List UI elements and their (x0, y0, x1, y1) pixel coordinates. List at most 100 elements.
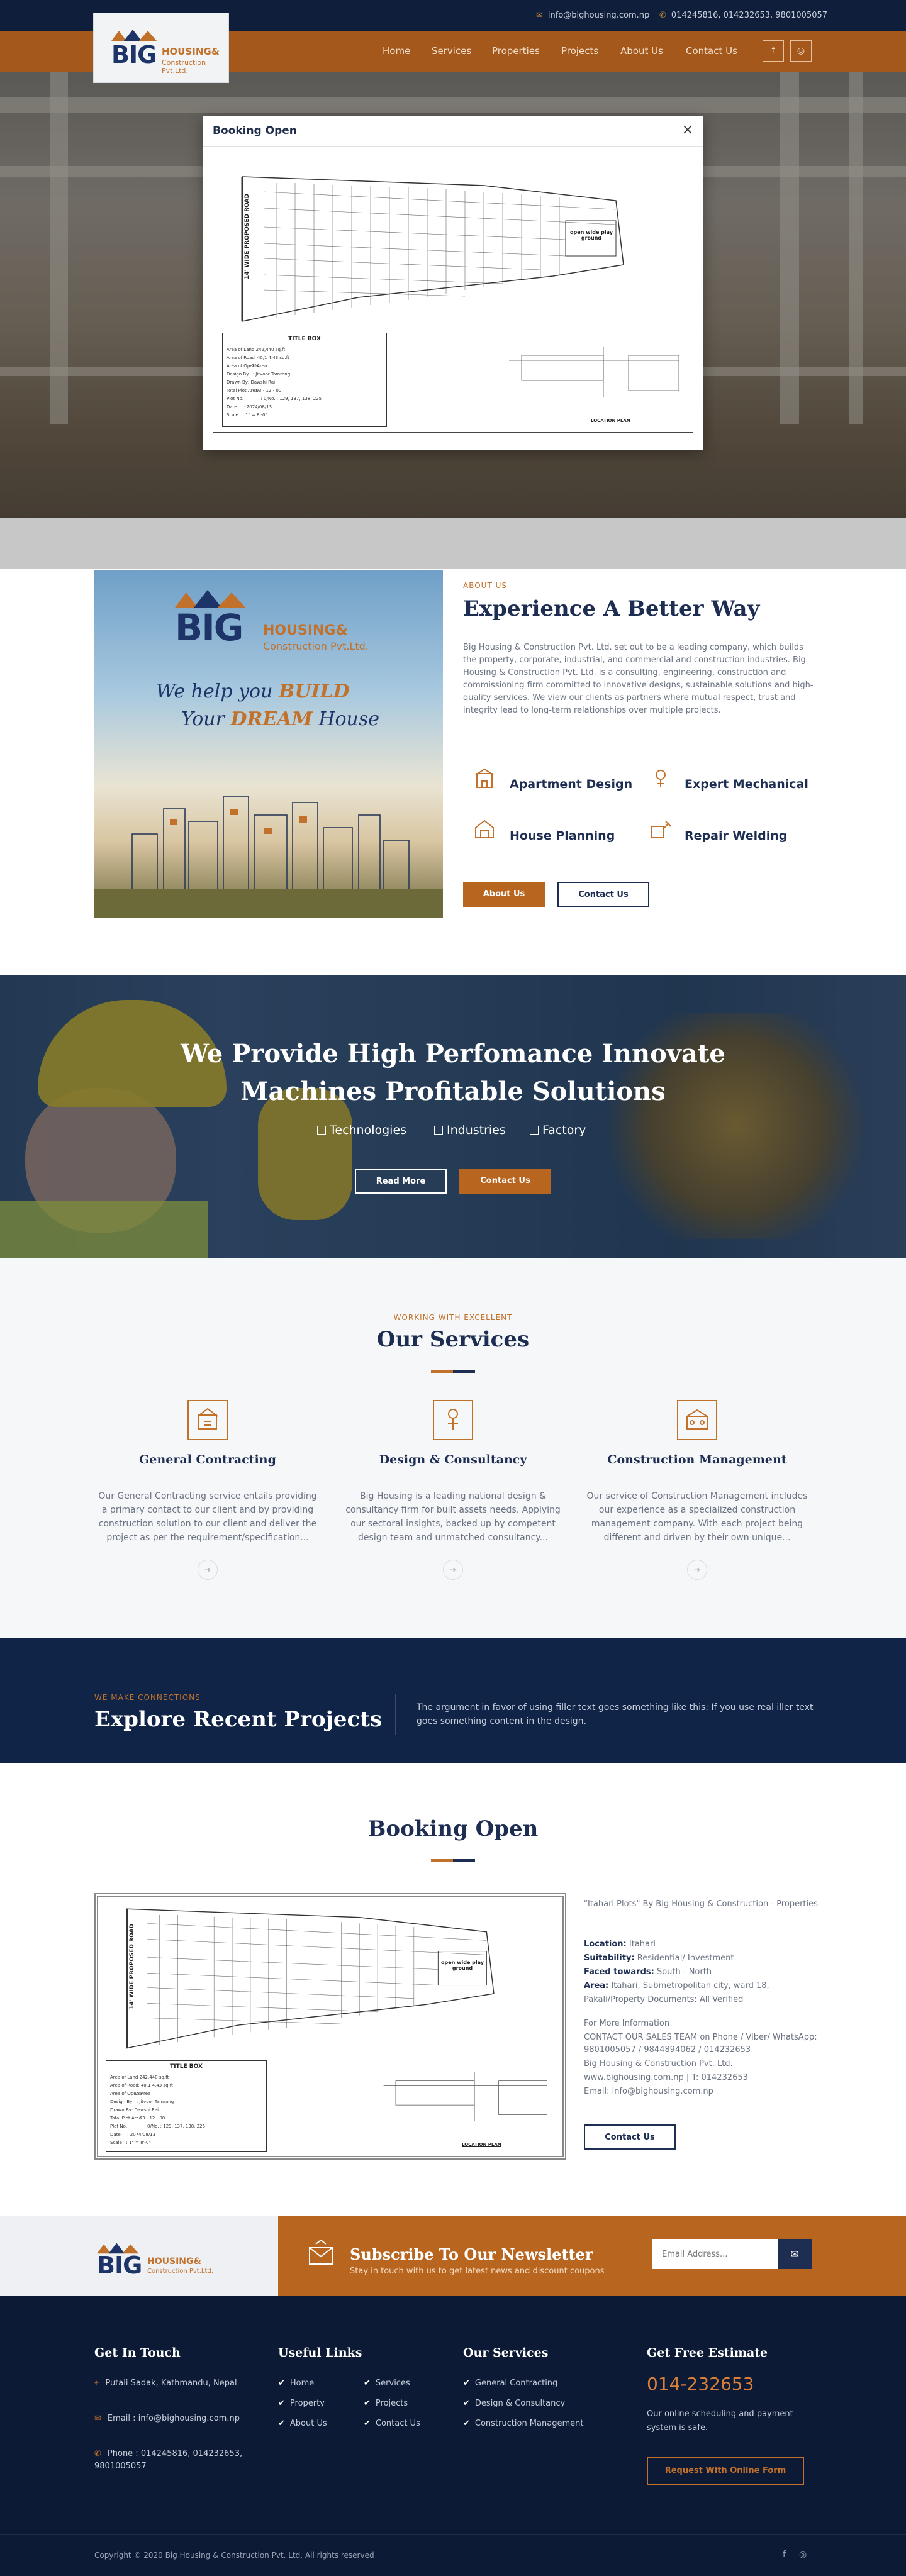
footer-link-about[interactable]: ✔ About Us (278, 2419, 327, 2428)
footer-estimate-text: Our online scheduling and payment system… (647, 2409, 793, 2433)
check-icon: ✔ (278, 2419, 285, 2428)
plan-row: Area of Road: 40,1 4.43 sq.ft (110, 2083, 173, 2088)
services-subtitle: WORKING WITH EXCELLENT (393, 1313, 513, 1322)
plan-row: Plot No.: 0/No. : 129, 137, 138, 225 (110, 2124, 206, 2129)
service-name[interactable]: Design & Consultancy (340, 1453, 566, 1467)
footer-services-title: Our Services (463, 2346, 549, 2360)
service-name[interactable]: Construction Management (584, 1453, 810, 1467)
plan-row: Area of Land: 242,440 sq.ft (226, 347, 286, 352)
tag-technologies[interactable]: Technologies (317, 1123, 406, 1137)
topbar-email[interactable]: ✉ info@bighousing.com.np (536, 11, 649, 20)
booking-email[interactable]: Email: info@bighousing.com.np (584, 2085, 823, 2098)
arrow-right-icon[interactable]: ➜ (443, 1560, 463, 1580)
footer-service-link[interactable]: ✔ Construction Management (463, 2419, 583, 2428)
checkbox-icon (317, 1126, 326, 1135)
welding-icon (651, 821, 671, 838)
plan-row: Area of Open Area: 2% (110, 2091, 151, 2096)
footer-link-home[interactable]: ✔ Home (278, 2379, 314, 2388)
facebook-icon[interactable]: f (783, 2550, 786, 2560)
footer-logo-company: Construction Pvt.Ltd. (147, 2268, 213, 2275)
nav-about[interactable]: About Us (620, 45, 663, 57)
footer-useful-title: Useful Links (278, 2346, 362, 2360)
request-online-form-button[interactable]: Request With Online Form (647, 2457, 804, 2485)
footer-touch-title: Get In Touch (94, 2346, 181, 2360)
instagram-icon[interactable]: ◎ (790, 40, 812, 62)
about-title: Experience A Better Way (463, 596, 760, 621)
footer-link-property[interactable]: ✔ Property (278, 2399, 325, 2408)
booking-more-info: For More Information (584, 2019, 670, 2028)
booking-intro: "Itahari Plots" By Big Housing & Constru… (584, 1899, 818, 1909)
booking-location: Location: Itahari (584, 1940, 656, 1949)
nav-home[interactable]: Home (383, 45, 410, 57)
booking-website[interactable]: www.bighousing.com.np | T: 014232653 (584, 2072, 823, 2084)
feature-repair-welding: Repair Welding (685, 829, 788, 843)
footer-estimate-phone[interactable]: 014-232653 (647, 2373, 754, 2394)
nav-projects[interactable]: Projects (561, 45, 598, 57)
newsletter-logo-panel: BIG HOUSING& Construction Pvt.Ltd. (0, 2216, 278, 2296)
about-image-company: Construction Pvt.Ltd. (263, 640, 369, 652)
footer-service-link[interactable]: ✔ Design & Consultancy (463, 2399, 565, 2408)
plan-row: Date: 2074/08/13 (110, 2132, 156, 2137)
arrow-right-icon[interactable]: ➜ (687, 1560, 707, 1580)
newsletter-email-input[interactable] (652, 2239, 778, 2269)
check-icon: ✔ (278, 2379, 285, 2388)
footer-divider (0, 2534, 906, 2535)
service-description: Big Housing is a leading national design… (345, 1491, 561, 1543)
booking-contact-button[interactable]: Contact Us (584, 2124, 676, 2150)
modal-title: Booking Open (213, 125, 297, 137)
projects-text: The argument in favor of using filler te… (417, 1702, 814, 1726)
tag-factory[interactable]: Factory (530, 1123, 586, 1137)
booking-documents: Pakali/Property Documents: All Verified (584, 1995, 744, 2004)
footer-phone[interactable]: ✆ Phone : 014245816, 014232653, 980100505… (94, 2448, 252, 2473)
read-more-button[interactable]: Read More (355, 1169, 447, 1194)
service-name[interactable]: General Contracting (94, 1453, 321, 1467)
about-subtitle: ABOUT US (463, 581, 508, 590)
footer-email[interactable]: ✉ Email : info@bighousing.com.np (94, 2412, 240, 2425)
apartment-icon (475, 768, 494, 788)
about-us-button[interactable]: About Us (463, 882, 545, 907)
plan-road-label: 14' WIDE PROPOSED ROAD (128, 1924, 135, 2009)
plan-title-box-heading: TITLE BOX (288, 336, 321, 342)
footer-link-projects[interactable]: ✔ Projects (364, 2399, 408, 2408)
plan-title-box: TITLE BOX Area of Land: 242,440 sq.ft Ar… (106, 2060, 267, 2152)
copyright-text: Copyright © 2020 Big Housing & Construct… (94, 2551, 374, 2560)
about-image-tagline-2: Your DREAM House (181, 708, 380, 730)
contracting-icon (187, 1400, 228, 1440)
logo-roof-icon (175, 590, 245, 608)
footer-link-contact[interactable]: ✔ Contact Us (364, 2419, 420, 2428)
machines-banner (0, 975, 906, 1258)
service-description: Our service of Construction Management i… (586, 1491, 808, 1543)
modal-divider (203, 146, 703, 147)
instagram-icon[interactable]: ◎ (799, 2550, 807, 2560)
nav-services[interactable]: Services (432, 45, 471, 57)
booking-plan-image[interactable]: 14' WIDE PROPOSED ROAD open wide play gr… (94, 1893, 566, 2160)
facebook-icon[interactable]: f (763, 40, 784, 62)
plan-road-label: 14' WIDE PROPOSED ROAD (243, 194, 250, 279)
city-skyline-illustration (94, 796, 443, 918)
banner-contact-button[interactable]: Contact Us (459, 1169, 551, 1194)
nav-contact[interactable]: Contact Us (686, 45, 737, 57)
arrow-right-icon[interactable]: ➜ (198, 1560, 218, 1580)
booking-modal: Booking Open × 14' WIDE PROPOSED ROAD op… (203, 116, 703, 450)
footer-link-services[interactable]: ✔ Services (364, 2379, 410, 2388)
nav-properties[interactable]: Properties (492, 45, 540, 57)
services-title: Our Services (376, 1327, 530, 1352)
tag-industries[interactable]: Industries (434, 1123, 506, 1137)
checkbox-icon (434, 1126, 443, 1135)
send-icon[interactable]: ✉ (778, 2239, 812, 2269)
site-logo[interactable]: BIG HOUSING& Construction Pvt.Ltd. (93, 13, 229, 83)
house-plan-icon (475, 819, 494, 838)
plan-row: Total Plot Area: 03 - 12 - 00 (110, 2116, 165, 2121)
plan-row: Total Plot Area: 03 - 12 - 00 (226, 388, 282, 393)
booking-faced: Faced towards: South - North (584, 1967, 712, 1977)
booking-title: Booking Open (367, 1816, 539, 1841)
about-description: Big Housing & Construction Pvt. Ltd. set… (463, 643, 814, 715)
close-icon[interactable]: × (682, 122, 693, 138)
footer-service-link[interactable]: ✔ General Contracting (463, 2379, 557, 2388)
plan-title-box-heading: TITLE BOX (170, 2063, 203, 2070)
contact-us-button[interactable]: Contact Us (557, 882, 649, 907)
plan-location-label: LOCATION PLAN (591, 418, 630, 423)
topbar-phone[interactable]: ✆ 014245816, 014232653, 9801005057 (659, 11, 827, 20)
site-plan-image[interactable]: 14' WIDE PROPOSED ROAD open wide play gr… (213, 164, 693, 433)
plan-row: Area of Open Area: 2% (226, 364, 267, 369)
